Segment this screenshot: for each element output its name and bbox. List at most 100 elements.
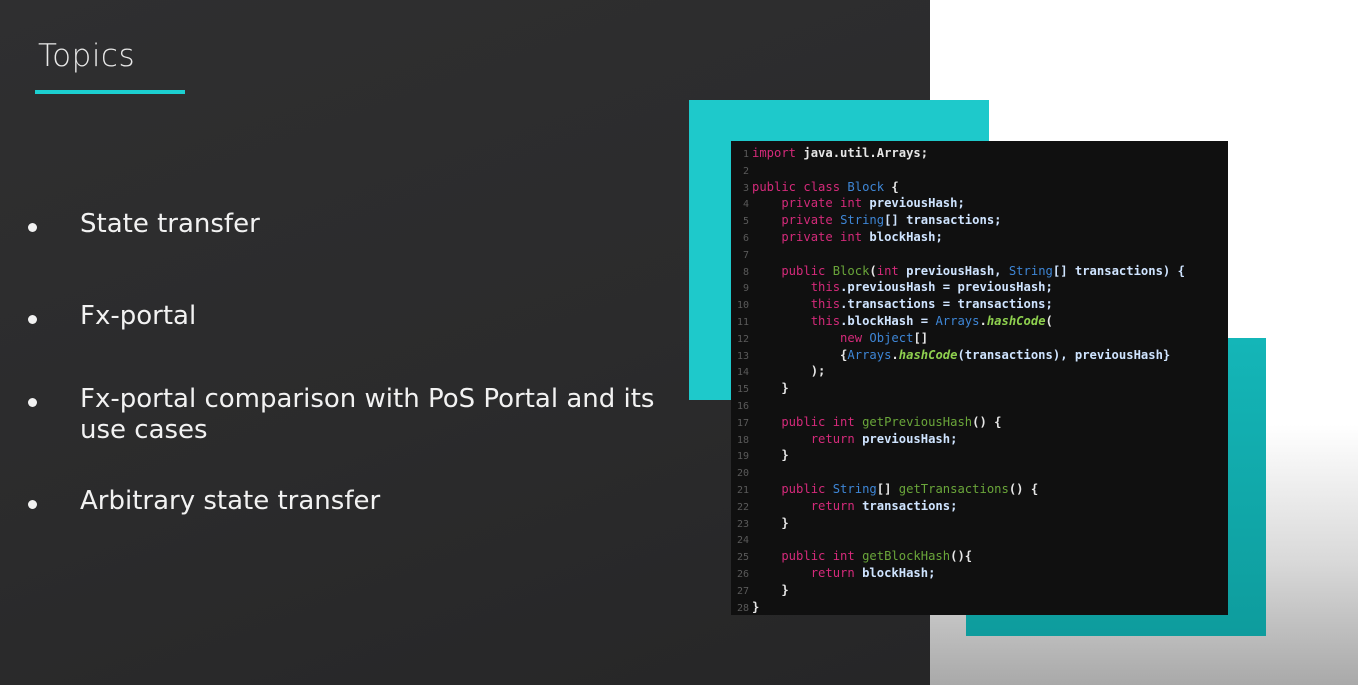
code-token: previousHash; [862,431,958,446]
code-token: String [832,482,877,496]
code-token: return [752,566,863,580]
code-token: Arrays [935,314,980,328]
code-token: return [752,498,863,513]
code-line: 26 return blockHash; [731,565,935,582]
code-token: } [752,599,760,614]
line-number: 20 [736,468,749,480]
code-line: 10 this.transactions = transactions; [731,296,1053,313]
code-token: { [752,347,848,362]
code-token: Arrays [847,347,892,362]
code-token: previousHash, [906,263,1009,278]
code-token: getPreviousHash [862,414,973,429]
code-line: 25 public int getBlockHash(){ [731,548,972,565]
code-token: Object [869,330,914,345]
code-line: 21 public String[] getTransactions() { [731,481,1038,498]
bullet-item: State transfer [80,209,260,239]
title-underline [35,90,185,94]
code-line: 8 public Block(int previousHash, String[… [731,263,1185,280]
line-number: 24 [736,535,749,547]
line-number: 1 [742,149,749,160]
line-number: 19 [736,451,749,463]
line-number: 23 [736,518,749,530]
code-line: 3 public class Block { [731,179,899,196]
code-line: 9 this.previousHash = previousHash; [731,279,1053,296]
code-token: new [752,330,870,345]
code-token: } [752,515,789,530]
code-token: public [752,482,833,496]
bullet-item: Arbitrary state transfer [80,486,381,516]
line-number: 21 [736,485,749,496]
code-line: 15 } [731,380,789,397]
code-line: 17 public int getPreviousHash() { [731,414,1002,431]
code-token: blockHash; [862,566,936,580]
line-number: 3 [742,182,749,194]
code-token: private int [752,196,870,211]
code-token: () { [1008,482,1039,496]
code-line: 22 return transactions; [731,498,958,515]
code-token: String [1008,263,1053,278]
code-line: 18 return previousHash; [731,431,958,448]
code-token: ); [752,364,826,379]
code-token: . [891,347,899,362]
bullet-dot [28,223,37,232]
code-line: 4 private int previousHash; [731,195,965,212]
line-number: 17 [736,417,749,429]
line-number: 16 [736,401,749,412]
code-token: hashCode [898,347,958,362]
code-token: ( [1045,314,1053,328]
code-token: public int [752,414,863,429]
code-token: (){ [950,549,973,564]
code-token: } [752,582,789,597]
code-token: int [876,263,907,278]
code-token: getTransactions [898,482,1009,496]
code-token: transactions; [862,498,958,513]
code-token: Block [832,263,870,278]
line-number: 11 [736,317,749,328]
bullet-dot [28,398,37,407]
code-token: [] [913,330,929,345]
code-line: 24 [731,531,752,548]
line-number: 15 [736,384,749,396]
code-token: hashCode [986,314,1046,328]
line-number: 7 [742,249,749,261]
code-token: blockHash; [869,230,943,244]
line-number: 5 [742,216,749,228]
code-line: 23 } [731,515,789,532]
code-token: import [752,146,804,160]
code-token: . [979,314,987,328]
code-token: public [752,263,833,278]
code-token: { [884,179,899,194]
code-line: 11 this.blockHash = Arrays.hashCode( [731,313,1053,330]
code-token: private [752,213,841,228]
line-number: 22 [736,501,749,513]
code-line: 7 [731,246,752,263]
code-token: [] transactions) { [1052,263,1185,278]
code-token: .transactions = transactions; [840,297,1053,312]
bullet-dot [28,315,37,324]
bullet-item: Fx-portal comparison with PoS Portal and… [80,384,655,445]
code-token: } [752,381,789,396]
code-token: [] [876,482,899,496]
code-token: java.util.Arrays; [803,146,929,160]
code-token: (transactions), previousHash} [957,347,1171,362]
line-number: 9 [742,283,749,295]
line-number: 12 [736,333,749,345]
line-number: 13 [736,350,749,362]
code-line: 1 import java.util.Arrays; [731,145,928,162]
line-number: 6 [742,233,749,244]
code-line: 2 [731,162,752,179]
code-line: 28} [731,599,759,615]
code-token: .previousHash = previousHash; [840,280,1053,295]
bullet-dot [28,500,37,509]
line-number: 28 [736,602,749,614]
slide-title: Topics [38,38,136,74]
line-number: 14 [736,367,749,379]
line-number: 8 [742,266,749,278]
line-number: 26 [736,569,749,580]
line-number: 18 [736,434,749,446]
code-token: .blockHash = [840,314,936,328]
code-image: 1 import java.util.Arrays; 2 3 public class … [731,141,1228,615]
code-line: 13 {Arrays.hashCode(transactions), previ… [731,347,1170,364]
code-token: ( [869,263,877,278]
code-line: 27 } [731,582,789,599]
